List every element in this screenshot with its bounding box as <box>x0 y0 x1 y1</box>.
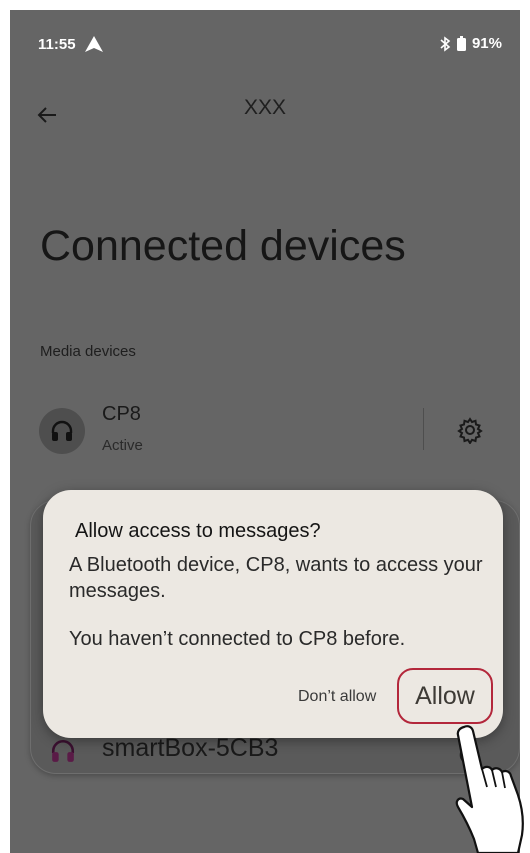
device-name: smartBox-5CB3 <box>102 734 279 762</box>
dont-allow-button[interactable]: Don’t allow <box>298 688 376 706</box>
battery-icon <box>456 36 466 51</box>
gear-icon[interactable] <box>456 416 484 444</box>
status-icons: 91% <box>439 35 502 52</box>
device-avatar <box>39 408 85 454</box>
battery-percent: 91% <box>471 35 502 52</box>
section-header-media-devices: Media devices <box>40 343 136 360</box>
page-title: Connected devices <box>40 222 406 270</box>
hand-pointer-icon <box>455 725 524 853</box>
device-name: CP8 <box>102 403 141 425</box>
row-divider <box>423 408 424 450</box>
permission-dialog: Allow access to messages? A Bluetooth de… <box>43 490 503 738</box>
dialog-message: A Bluetooth device, CP8, wants to access… <box>69 554 483 602</box>
status-time: 11:55 <box>38 36 76 53</box>
app-bar-title: XXX <box>243 96 287 119</box>
allow-button[interactable]: Allow <box>397 668 493 724</box>
dialog-note: You haven’t connected to CP8 before. <box>69 628 406 650</box>
device-status: Active <box>102 437 143 454</box>
navigation-icon <box>85 36 103 52</box>
status-bar: 11:55 91% <box>10 10 520 76</box>
headphones-icon <box>51 420 73 441</box>
phone-screen: 11:55 91% XXX Connected devices Media de… <box>10 10 520 853</box>
bluetooth-icon <box>440 35 451 52</box>
device-row-cp8[interactable]: CP8 Active <box>10 398 520 468</box>
headphones-icon <box>51 739 75 762</box>
dialog-title: Allow access to messages? <box>75 520 321 542</box>
dialog-body: A Bluetooth device, CP8, wants to access… <box>69 552 489 652</box>
